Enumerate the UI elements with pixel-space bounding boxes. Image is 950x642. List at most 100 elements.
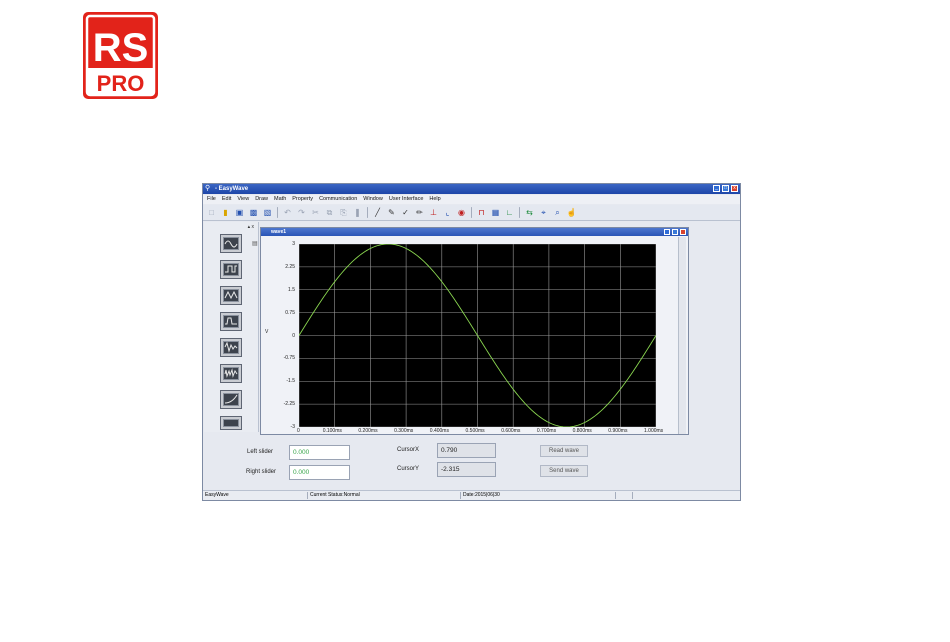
status-divider [615,492,616,499]
color-icon[interactable]: ◉ [456,207,467,218]
easywave-window: ⚲ - EasyWave _ □ x File Edit View Draw M… [202,183,741,501]
sub-minimize-button[interactable] [664,229,670,235]
x-tick-label: 0.700ms [536,428,557,434]
undo-icon[interactable]: ↶ [282,207,293,218]
subwindow-vertical-scrollbar[interactable] [678,237,686,434]
open-folder-icon[interactable]: ▮ [220,207,231,218]
noise-wave-button[interactable] [220,364,242,383]
print-preview-icon[interactable]: ▧ [262,207,273,218]
status-bar: EasyWave Current Status:Normal Date:2015… [203,490,740,500]
zoom-fit-icon[interactable]: ⇆ [524,207,535,218]
palette-pin-close-icon[interactable]: ▴ x [248,224,254,230]
pulse-wave-button[interactable] [220,312,242,331]
cut-icon[interactable]: ✂ [310,207,321,218]
x-tick-label: 1.000ms [644,428,664,434]
damped-wave-button[interactable] [220,338,242,357]
control-panel: Left slider 0.000 Right slider 0.000 Cur… [203,435,740,491]
y-tick-label: -3 [290,424,295,430]
right-slider-label: Right slider [246,469,277,475]
save-icon[interactable]: ▣ [234,207,245,218]
draw-line-icon[interactable]: ╱ [372,207,383,218]
cursor-y-label: CursorY [397,466,420,472]
toolbar-separator [367,207,368,218]
x-tick-label: 0.100ms [322,428,342,434]
menu-user-interface[interactable]: User Interface [389,195,424,204]
status-divider [632,492,633,499]
triangle-wave-button[interactable] [220,286,242,305]
menu-view[interactable]: View [237,195,249,204]
step-icon[interactable]: ⌞ [442,207,453,218]
menu-math[interactable]: Math [274,195,286,204]
menu-window[interactable]: Window [363,195,383,204]
x-tick-label: 0.200ms [358,428,378,434]
node-edit-icon[interactable]: ⊥ [428,207,439,218]
sub-close-button[interactable] [680,229,686,235]
draw-pen-icon[interactable]: ✎ [386,207,397,218]
y-tick-label: -0.75 [283,355,295,362]
waveform-chart [298,243,657,428]
exponential-wave-button[interactable] [220,390,242,409]
waveform-palette: ▴ x ▤ [204,222,259,432]
cursor-x-field: 0.790 [437,443,496,458]
wave-subwindow: wave1 V 3 2.25 1.5 0.75 0 -0.75 -1.5 -2.25 -3 00… [260,227,689,435]
app-magnifier-icon: ⚲ [205,185,211,192]
menu-bar: File Edit View Draw Math Property Commun… [203,195,740,204]
status-app-name: EasyWave [205,492,229,498]
menu-file[interactable]: File [207,195,216,204]
print-icon[interactable]: ▩ [248,207,259,218]
new-file-icon[interactable]: □ [206,207,217,218]
toolbar-separator [277,207,278,218]
send-wave-button[interactable]: Send wave [540,465,588,477]
x-tick-label: 0 [297,428,300,434]
y-tick-label: 2.25 [285,263,295,270]
right-slider-field[interactable]: 0.000 [289,465,350,480]
x-tick-label: 0.300ms [394,428,414,434]
x-tick-label: 0.400ms [429,428,449,434]
paste-icon[interactable]: ⎘ [338,207,349,218]
menu-property[interactable]: Property [292,195,313,204]
redo-icon[interactable]: ↷ [296,207,307,218]
pulse-icon[interactable]: ⊓ [476,207,487,218]
y-tick-label: 1.5 [288,286,295,293]
left-slider-field[interactable]: 0.000 [289,445,350,460]
zoom-out-icon[interactable]: ⌕ [552,207,563,218]
toolbar: □ ▮ ▣ ▩ ▧ ↶ ↷ ✂ ⧉ ⎘ ❚ ╱ ✎ ✓ ✏ ⊥ ⌞ ◉ ⊓ ▦ … [203,205,740,221]
y-tick-label: 0 [292,332,295,339]
toolbar-separator [519,207,520,218]
x-tick-label: 0.800ms [572,428,592,434]
menu-edit[interactable]: Edit [222,195,231,204]
sub-maximize-button[interactable] [672,229,678,235]
sine-wave-button[interactable] [220,234,242,253]
window-title: - EasyWave [215,186,249,192]
menu-help[interactable]: Help [429,195,440,204]
cursor-y-field: -2.315 [437,462,496,477]
status-divider [460,492,461,499]
status-date: Date:2015|06|30 [463,492,500,498]
square-wave-button[interactable] [220,260,242,279]
waveform-plot[interactable] [298,243,657,428]
pause-icon[interactable]: ❚ [352,207,363,218]
maximize-button[interactable]: □ [722,185,729,192]
menu-draw[interactable]: Draw [255,195,268,204]
x-tick-label: 0.600ms [501,428,521,434]
palette-scroll-icon[interactable]: ▤ [252,240,258,248]
status-divider [307,492,308,499]
more-wave-button[interactable] [220,416,242,430]
draw-point-icon[interactable]: ✏ [414,207,425,218]
grid-icon[interactable]: ▦ [490,207,501,218]
draw-free-icon[interactable]: ✓ [400,207,411,218]
copy-icon[interactable]: ⧉ [324,207,335,218]
close-button[interactable]: x [731,185,738,192]
menu-communication[interactable]: Communication [319,195,357,204]
logo-pro-text: PRO [97,71,145,96]
read-wave-button[interactable]: Read wave [540,445,588,457]
status-current: Current Status:Normal [310,492,360,498]
minimize-button[interactable]: _ [713,185,720,192]
rs-pro-logo: RS PRO [83,12,158,99]
zoom-in-icon[interactable]: ⌖ [538,207,549,218]
logo-rs-text: RS [93,26,149,70]
chart-icon[interactable]: ∟ [504,207,515,218]
toolbar-separator [471,207,472,218]
pan-icon[interactable]: ☝ [566,207,577,218]
x-tick-label: 0.900ms [608,428,628,434]
